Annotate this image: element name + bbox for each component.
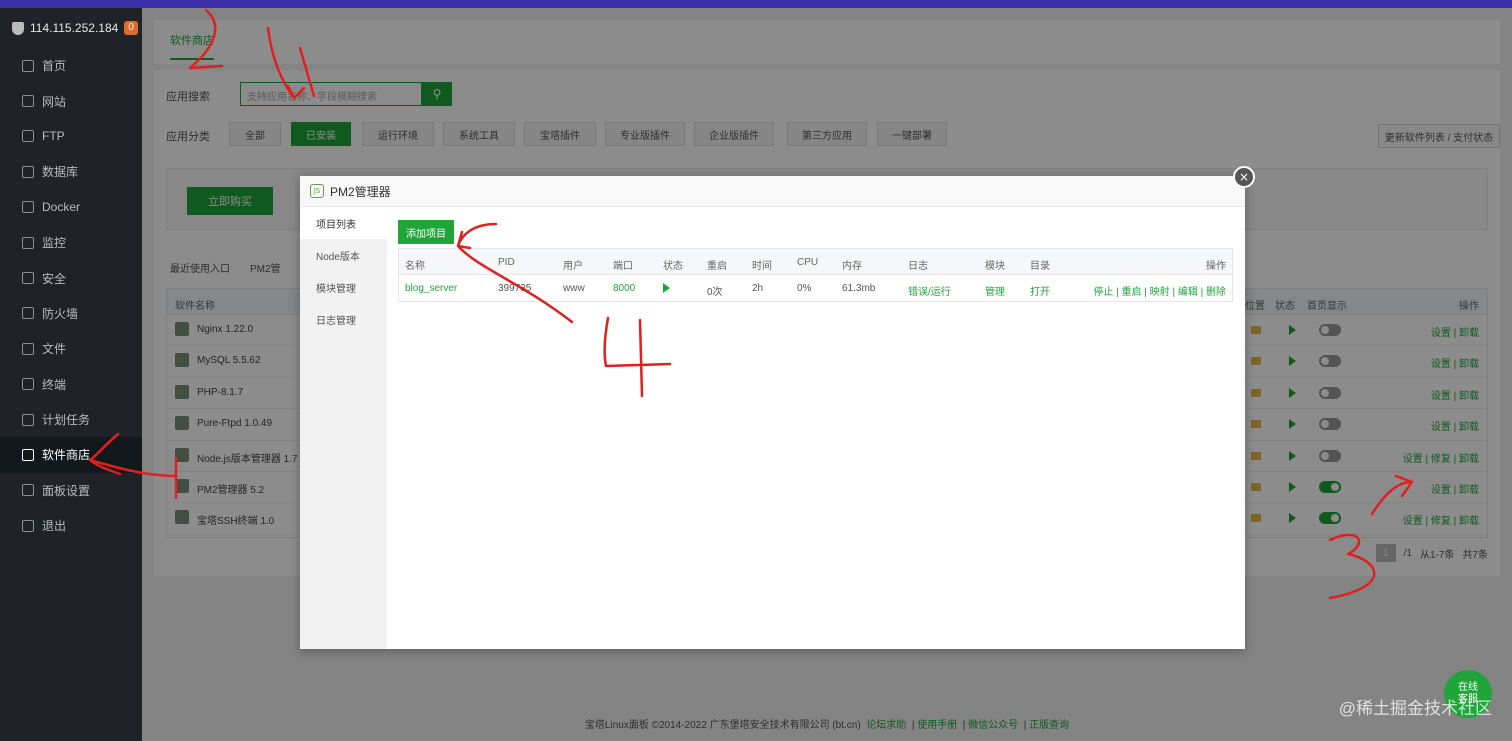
globe-icon bbox=[22, 95, 34, 108]
sidebar-item-cron[interactable]: 计划任务 bbox=[0, 402, 142, 437]
server-host[interactable]: 114.115.252.184 0 bbox=[0, 8, 142, 48]
sidebar-item-label: 防火墙 bbox=[42, 306, 79, 321]
dialog-title: PM2管理器 bbox=[330, 184, 391, 199]
col-port: 端口 bbox=[613, 261, 633, 272]
sidebar-item-label: FTP bbox=[42, 129, 65, 144]
online-support-label: 在线 bbox=[1458, 682, 1478, 693]
sidebar-item-database[interactable]: 数据库 bbox=[0, 154, 142, 189]
settings-icon bbox=[22, 484, 34, 497]
project-restart: 0次 bbox=[707, 287, 723, 298]
col-dir: 目录 bbox=[1030, 261, 1050, 272]
project-cpu: 0% bbox=[797, 283, 812, 294]
home-icon bbox=[22, 59, 34, 72]
col-ops: 操作 bbox=[1206, 261, 1226, 272]
close-button[interactable]: × bbox=[1233, 166, 1255, 188]
sidebar-item-label: 网站 bbox=[42, 94, 67, 109]
terminal-icon bbox=[22, 378, 34, 391]
project-module-link[interactable]: 管理 bbox=[985, 283, 1005, 298]
col-log: 日志 bbox=[908, 261, 928, 272]
col-pid: PID bbox=[498, 257, 515, 268]
sidebar-item-label: 数据库 bbox=[42, 165, 79, 180]
dialog-tab-node-version[interactable]: Node版本 bbox=[300, 239, 387, 271]
monitor-icon bbox=[22, 236, 34, 249]
col-cpu: CPU bbox=[797, 257, 819, 268]
logout-icon bbox=[22, 519, 34, 532]
server-ip: 114.115.252.184 bbox=[30, 21, 119, 35]
sidebar-item-firewall[interactable]: 防火墙 bbox=[0, 296, 142, 331]
project-time: 2h bbox=[752, 283, 764, 294]
sidebar-item-terminal[interactable]: 终端 bbox=[0, 367, 142, 402]
dialog-tab-modules[interactable]: 模块管理 bbox=[300, 271, 387, 303]
grid-icon bbox=[22, 448, 34, 461]
sidebar-item-label: 监控 bbox=[42, 236, 67, 251]
database-icon bbox=[22, 165, 34, 178]
dialog-body: 添加项目 名称 PID 用户 端口 状态 重启 时间 CPU 内存 日志 模块 … bbox=[387, 207, 1245, 649]
sidebar: 114.115.252.184 0 首页 网站 FTP 数据库 Docker 监… bbox=[0, 8, 142, 741]
top-accent-bar bbox=[0, 0, 1512, 8]
nodejs-icon: JS bbox=[310, 184, 324, 198]
project-memory: 61.3mb bbox=[842, 283, 876, 294]
sidebar-item-label: 面板设置 bbox=[42, 483, 91, 498]
sidebar-item-monitor[interactable]: 监控 bbox=[0, 225, 142, 260]
project-log-link[interactable]: 错误/运行 bbox=[908, 283, 951, 298]
project-table-head: 名称 PID 用户 端口 状态 重启 时间 CPU 内存 日志 模块 目录 操作 bbox=[399, 249, 1232, 275]
sidebar-item-label: Docker bbox=[42, 200, 81, 215]
running-status-icon bbox=[663, 283, 670, 293]
col-status: 状态 bbox=[663, 261, 683, 272]
alert-count-badge[interactable]: 0 bbox=[124, 21, 138, 35]
clock-icon bbox=[22, 413, 34, 426]
sidebar-item-label: 终端 bbox=[42, 377, 67, 392]
dialog-header: JS PM2管理器 bbox=[300, 176, 1245, 207]
docker-icon bbox=[22, 201, 34, 214]
firewall-icon bbox=[22, 307, 34, 320]
sidebar-item-logout[interactable]: 退出 bbox=[0, 508, 142, 543]
col-module: 模块 bbox=[985, 261, 1005, 272]
sidebar-item-docker[interactable]: Docker bbox=[0, 190, 142, 225]
sidebar-item-home[interactable]: 首页 bbox=[0, 48, 142, 83]
dialog-tab-logs[interactable]: 日志管理 bbox=[300, 303, 387, 335]
sidebar-item-label: 计划任务 bbox=[42, 413, 91, 428]
col-user: 用户 bbox=[563, 261, 583, 272]
project-name[interactable]: blog_server bbox=[405, 283, 457, 294]
ftp-icon bbox=[22, 130, 34, 143]
project-dir-link[interactable]: 打开 bbox=[1030, 283, 1050, 298]
project-user: www bbox=[563, 283, 585, 294]
security-icon bbox=[22, 272, 34, 285]
sidebar-item-files[interactable]: 文件 bbox=[0, 331, 142, 366]
col-time: 时间 bbox=[752, 261, 772, 272]
project-pid: 399735 bbox=[498, 283, 532, 294]
col-restart: 重启 bbox=[707, 261, 727, 272]
project-table: 名称 PID 用户 端口 状态 重启 时间 CPU 内存 日志 模块 目录 操作… bbox=[398, 248, 1233, 302]
project-row: blog_server 399735 www 8000 0次 2h 0% 61.… bbox=[399, 275, 1232, 301]
col-name: 名称 bbox=[405, 261, 425, 272]
dialog-sidebar: 项目列表 Node版本 模块管理 日志管理 bbox=[300, 207, 387, 649]
sidebar-item-label: 文件 bbox=[42, 342, 67, 357]
pm2-manager-dialog: JS PM2管理器 × 项目列表 Node版本 模块管理 日志管理 添加项目 名… bbox=[300, 166, 1255, 649]
sidebar-item-label: 软件商店 bbox=[42, 448, 91, 463]
project-actions[interactable]: 停止 | 重启 | 映射 | 编辑 | 删除 bbox=[1093, 283, 1226, 298]
sidebar-item-app-store[interactable]: 软件商店 bbox=[0, 437, 142, 473]
folder-icon bbox=[22, 342, 34, 355]
shield-icon bbox=[12, 21, 24, 35]
add-project-button[interactable]: 添加项目 bbox=[398, 220, 454, 244]
sidebar-item-label: 退出 bbox=[42, 519, 67, 534]
dialog-tab-project-list[interactable]: 项目列表 bbox=[300, 207, 387, 239]
col-memory: 内存 bbox=[842, 261, 862, 272]
sidebar-item-ftp[interactable]: FTP bbox=[0, 119, 142, 154]
watermark: @稀土掘金技术社区 bbox=[1338, 699, 1492, 718]
sidebar-item-label: 首页 bbox=[42, 59, 67, 74]
project-port: 8000 bbox=[613, 283, 636, 294]
sidebar-item-website[interactable]: 网站 bbox=[0, 83, 142, 118]
sidebar-item-panel-settings[interactable]: 面板设置 bbox=[0, 473, 142, 508]
sidebar-item-security[interactable]: 安全 bbox=[0, 260, 142, 295]
sidebar-item-label: 安全 bbox=[42, 271, 67, 286]
